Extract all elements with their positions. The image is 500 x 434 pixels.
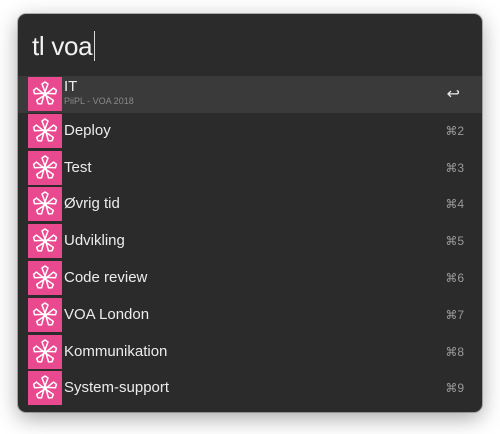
return-key-icon: ↩	[446, 86, 460, 103]
result-title: Øvrig tid	[64, 195, 120, 213]
result-shortcut: ⌘2	[445, 123, 464, 138]
result-title: Kommunikation	[64, 342, 168, 360]
launcher-window: tl voa IT PiiPL - VOA 2018 ↩ Deploy ⌘2 T…	[18, 14, 482, 412]
search-bar[interactable]: tl voa	[18, 14, 482, 76]
result-row[interactable]: Øvrig tid ⌘4	[18, 186, 482, 223]
result-shortcut: ⌘5	[445, 234, 464, 249]
result-shortcut: ⌘3	[445, 160, 464, 175]
result-title: Code review	[64, 268, 148, 286]
text-caret	[94, 31, 96, 61]
flower-icon	[28, 113, 62, 148]
result-title: Deploy	[64, 121, 111, 139]
search-query[interactable]: tl voa	[32, 31, 93, 62]
result-title: System-support	[64, 379, 170, 397]
flower-icon	[28, 371, 62, 406]
result-title: IT	[64, 78, 78, 95]
search-input[interactable]: tl voa	[32, 31, 96, 62]
result-row[interactable]: Test ⌘3	[18, 150, 482, 187]
result-row[interactable]: Deploy ⌘2	[18, 113, 482, 150]
results-list: IT PiiPL - VOA 2018 ↩ Deploy ⌘2 Test ⌘3 …	[18, 76, 482, 407]
result-row[interactable]: Code review ⌘6	[18, 260, 482, 297]
flower-icon	[28, 260, 62, 295]
result-shortcut: ⌘7	[445, 307, 464, 322]
result-shortcut: ⌘6	[445, 270, 464, 285]
flower-icon	[28, 297, 62, 332]
result-shortcut: ⌘9	[445, 381, 464, 396]
result-title: Udvikling	[64, 232, 125, 250]
flower-icon	[28, 150, 62, 185]
result-subtitle: PiiPL - VOA 2018	[64, 96, 134, 106]
flower-icon	[28, 334, 62, 369]
flower-icon	[28, 224, 62, 259]
result-title: VOA London	[64, 305, 150, 323]
result-row[interactable]: Kommunikation ⌘8	[18, 334, 482, 371]
result-shortcut: ⌘8	[445, 344, 464, 359]
flower-icon	[28, 77, 62, 111]
result-row-selected[interactable]: IT PiiPL - VOA 2018 ↩	[18, 76, 482, 113]
result-title: Test	[64, 158, 92, 176]
flower-icon	[28, 187, 62, 222]
result-row[interactable]: VOA London ⌘7	[18, 297, 482, 334]
result-row[interactable]: System-support ⌘9	[18, 370, 482, 407]
result-shortcut: ⌘4	[445, 197, 464, 212]
result-row[interactable]: Udvikling ⌘5	[18, 223, 482, 260]
